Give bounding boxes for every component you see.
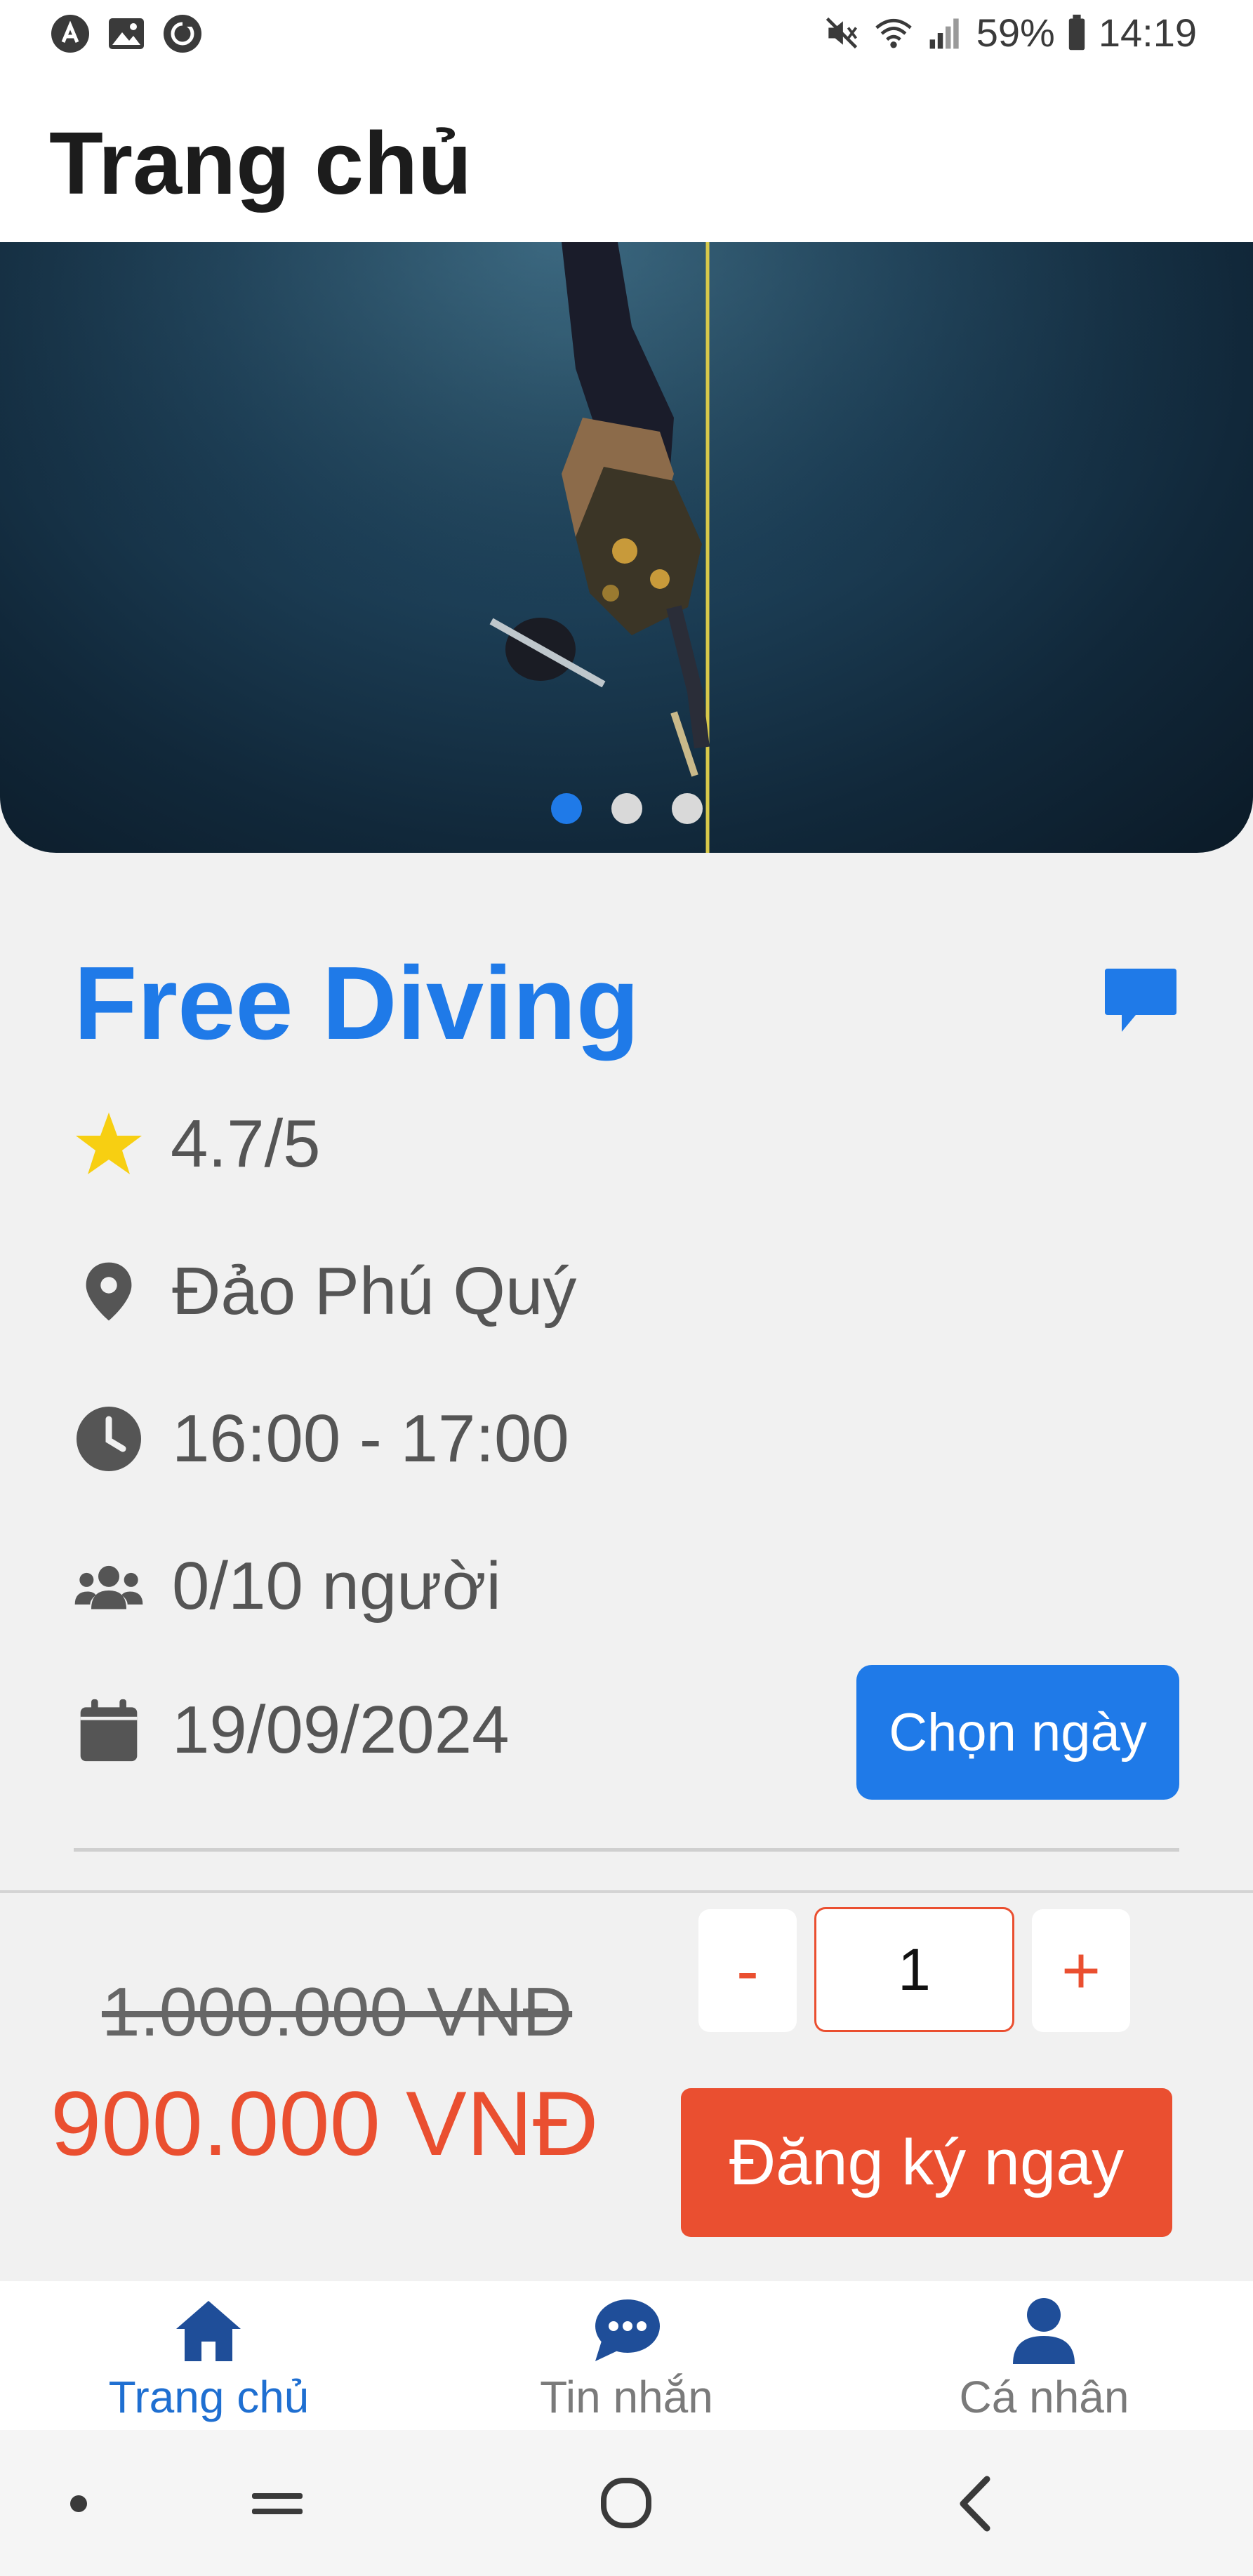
system-navigation-bar <box>0 2430 1253 2576</box>
date-row: 19/09/2024 <box>74 1692 509 1769</box>
back-icon[interactable] <box>935 2465 1019 2542</box>
carousel-dot[interactable] <box>550 793 582 824</box>
battery-percent: 59% <box>976 11 1055 55</box>
time-row: 16:00 - 17:00 <box>74 1400 569 1478</box>
chat-icon <box>595 2299 660 2361</box>
carousel-indicators <box>0 793 1253 824</box>
app-bar: Trang chủ <box>0 70 1253 246</box>
location-text: Đảo Phú Quý <box>172 1254 577 1329</box>
notification-icons <box>49 13 204 55</box>
image-icon <box>109 18 144 49</box>
tab-home[interactable]: Trang chủ <box>0 2281 418 2430</box>
app-notification-icon <box>51 15 89 53</box>
carousel-dot[interactable] <box>611 793 642 824</box>
tab-label: Cá nhân <box>959 2372 1129 2422</box>
mute-icon <box>826 17 857 48</box>
tab-label: Trang chủ <box>108 2372 310 2422</box>
date-text: 19/09/2024 <box>172 1692 510 1767</box>
clock-icon <box>74 1404 144 1474</box>
status-bar: 59% 14:19 <box>0 0 1253 70</box>
rating-text: 4.7/5 <box>171 1106 321 1181</box>
battery-icon <box>1068 14 1085 50</box>
star-icon <box>74 1109 144 1179</box>
home-button-icon[interactable] <box>584 2465 668 2542</box>
page-title: Trang chủ <box>49 114 472 213</box>
sync-app-icon <box>164 15 201 53</box>
activity-title: Free Diving <box>74 945 639 1061</box>
register-now-button[interactable]: Đăng ký ngay <box>681 2088 1172 2237</box>
clock: 14:19 <box>1098 11 1197 55</box>
tab-messages[interactable]: Tin nhắn <box>418 2281 835 2430</box>
time-text: 16:00 - 17:00 <box>172 1401 569 1476</box>
choose-date-button[interactable]: Chọn ngày <box>856 1665 1179 1800</box>
users-icon <box>74 1551 144 1621</box>
system-status: 59% 14:19 <box>822 10 1197 55</box>
wifi-icon <box>875 18 912 48</box>
signal-icon <box>929 18 959 48</box>
sale-price: 900.000 VNĐ <box>51 2072 599 2175</box>
rating-row: 4.7/5 <box>74 1106 321 1183</box>
recent-apps-icon[interactable] <box>235 2465 319 2542</box>
divider <box>74 1848 1179 1852</box>
location-pin-icon <box>74 1256 144 1327</box>
increment-button[interactable]: + <box>1032 1909 1130 2032</box>
quantity-input[interactable] <box>814 1907 1014 2032</box>
tab-label: Tin nhắn <box>540 2372 713 2422</box>
message-icon[interactable] <box>1102 962 1179 1039</box>
hero-image <box>0 242 1253 853</box>
dot-icon[interactable] <box>37 2465 121 2542</box>
home-icon <box>176 2301 241 2361</box>
bottom-navigation: Trang chủ Tin nhắn Cá nhân <box>0 2281 1253 2430</box>
decrement-button[interactable]: - <box>698 1909 797 2032</box>
calendar-icon <box>74 1695 144 1765</box>
capacity-text: 0/10 người <box>172 1548 501 1624</box>
person-icon <box>1013 2298 1075 2364</box>
carousel-dot[interactable] <box>671 793 703 824</box>
tab-profile[interactable]: Cá nhân <box>835 2281 1253 2430</box>
original-price: 1.000.000 VNĐ <box>102 1973 573 2050</box>
hero-carousel[interactable] <box>0 242 1253 853</box>
location-row: Đảo Phú Quý <box>74 1253 576 1330</box>
capacity-row: 0/10 người <box>74 1548 501 1625</box>
